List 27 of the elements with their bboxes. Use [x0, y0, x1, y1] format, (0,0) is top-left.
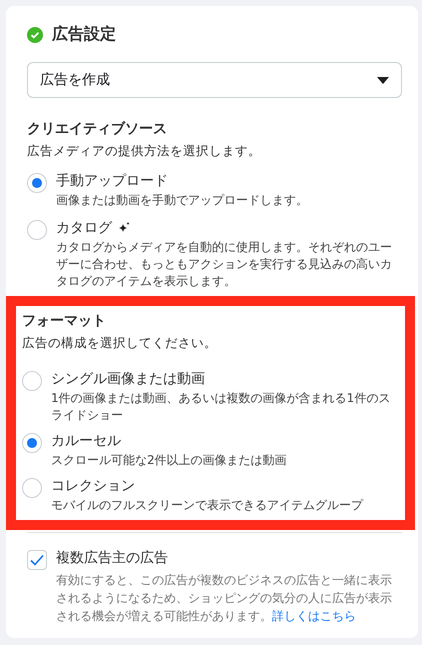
radio-button[interactable]: [27, 220, 47, 240]
group-subtitle: 広告の構成を選択してください。: [22, 335, 218, 352]
ad-type-dropdown[interactable]: 広告を作成: [27, 62, 402, 98]
radio-button[interactable]: [22, 371, 42, 391]
option-label: シングル画像または動画: [51, 370, 205, 388]
radio-button[interactable]: [22, 433, 42, 453]
option-description: カタログからメディアを自動的に使用します。それぞれのユーザーに合わせ、もっともアクションを実行する見込みの高いカタログのアイテムを表示します。: [56, 239, 393, 290]
radio-button[interactable]: [22, 478, 42, 498]
section-title: 広告設定: [52, 24, 116, 45]
checkmark-icon: [30, 554, 44, 566]
option-label: カタログ: [56, 219, 112, 237]
group-subtitle: 広告メディアの提供方法を選択します。: [27, 143, 262, 160]
option-description: 1件の画像または動画、あるいは複数の画像が含まれる1件のスライドショー: [51, 390, 392, 424]
option-label: コレクション: [51, 477, 135, 495]
group-heading: クリエイティブソース: [27, 120, 168, 138]
checkbox[interactable]: [27, 550, 47, 570]
learn-more-link[interactable]: 詳しくはこちら: [272, 609, 356, 623]
option-label: カルーセル: [51, 432, 121, 450]
group-heading: フォーマット: [22, 312, 107, 330]
checkbox-description: 有効にすると、この広告が複数のビジネスの広告と一緒に表示されるようになるため、ショッピングの気分の人に広告が表示される機会が増える可能性があります。詳しくはこちら: [56, 572, 393, 625]
option-description: 画像または動画を手動でアップロードします。: [56, 192, 309, 209]
checkbox-label: 複数広告主の広告: [56, 549, 168, 567]
option-description: モバイルのフルスクリーンで表示できるアイテムグループ: [51, 497, 364, 514]
radio-button[interactable]: [27, 173, 47, 193]
caret-icon: [377, 76, 389, 84]
option-description: スクロール可能な2件以上の画像または動画: [51, 452, 288, 469]
option-label: 手動アップロード: [56, 172, 168, 190]
